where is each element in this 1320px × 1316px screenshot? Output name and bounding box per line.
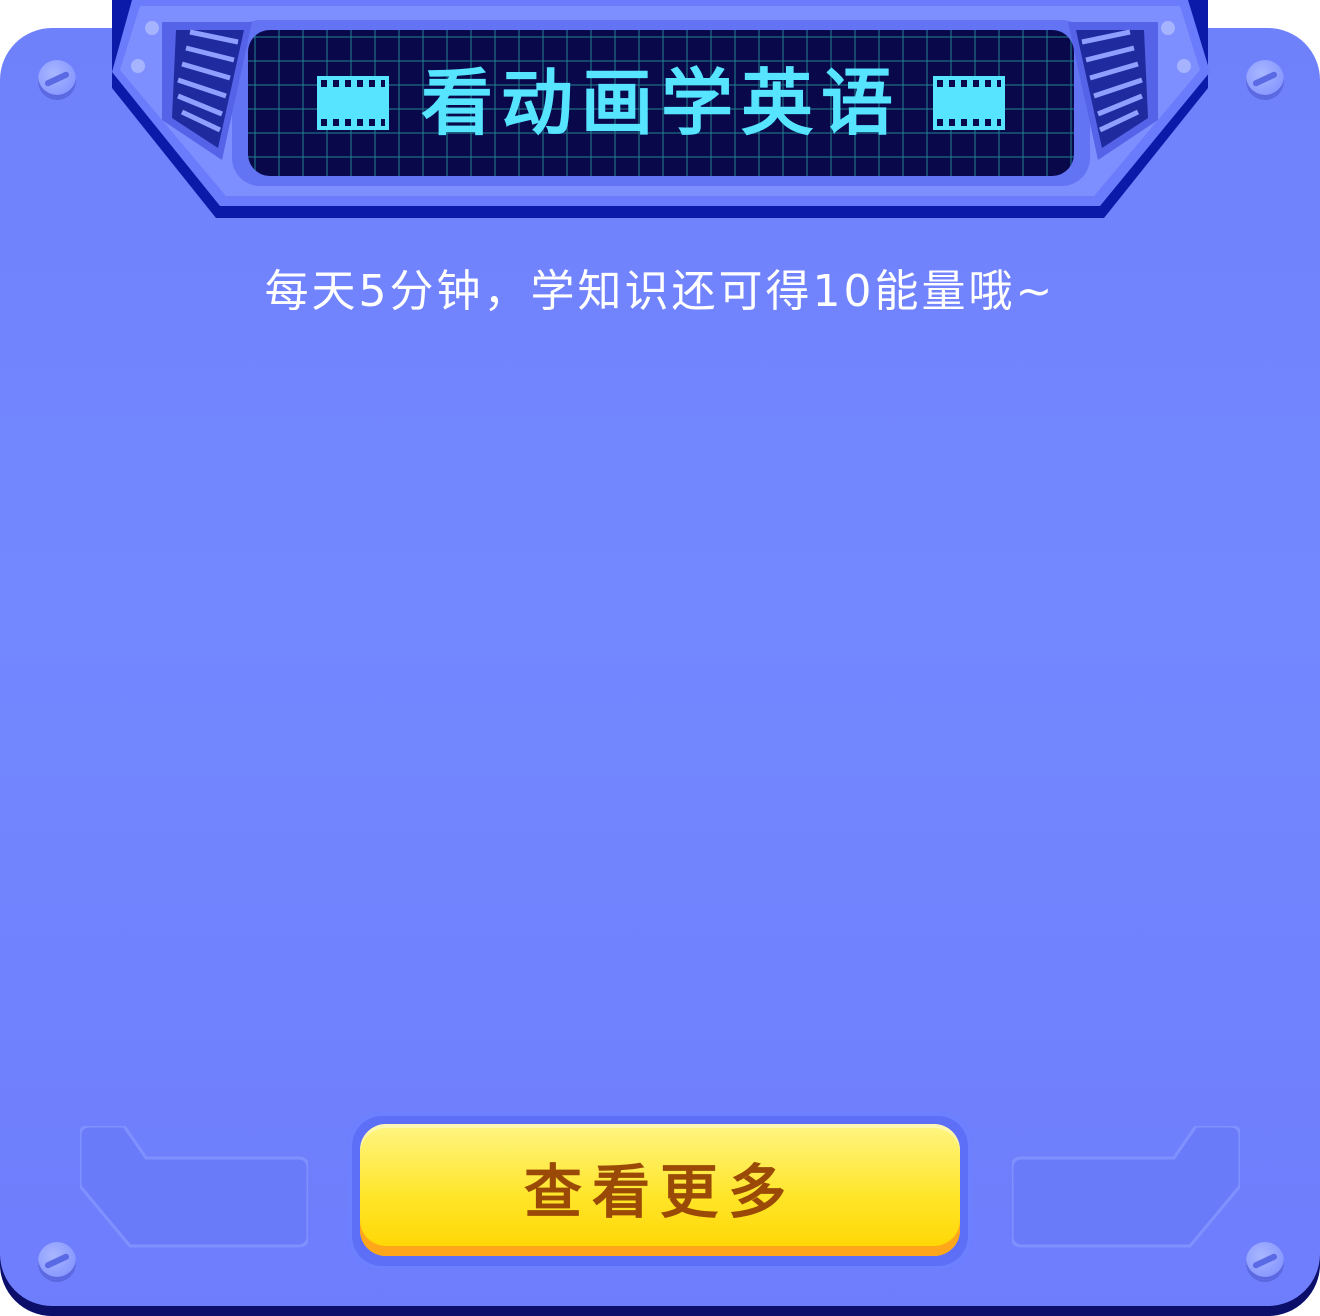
view-more-label: 查看更多: [523, 1160, 796, 1225]
subtitle-text: 每天5分钟，学知识还可得10能量哦~: [264, 266, 1056, 317]
screw-icon: [38, 1242, 76, 1280]
view-more-button[interactable]: 查看更多: [360, 1124, 960, 1256]
page-title: 看动画学英语: [420, 61, 901, 145]
film-strip-icon: [933, 76, 1005, 130]
title-screen: 看动画学英语: [248, 30, 1074, 176]
left-bracket-decoration: [80, 1126, 308, 1248]
learning-card-stage: 看动画学英语 每天5分钟，学知识还可得10能量哦~ 查看更多: [0, 0, 1320, 1316]
right-bracket-decoration: [1012, 1126, 1240, 1248]
film-strip-icon: [316, 76, 389, 130]
screw-icon: [1246, 1242, 1284, 1280]
